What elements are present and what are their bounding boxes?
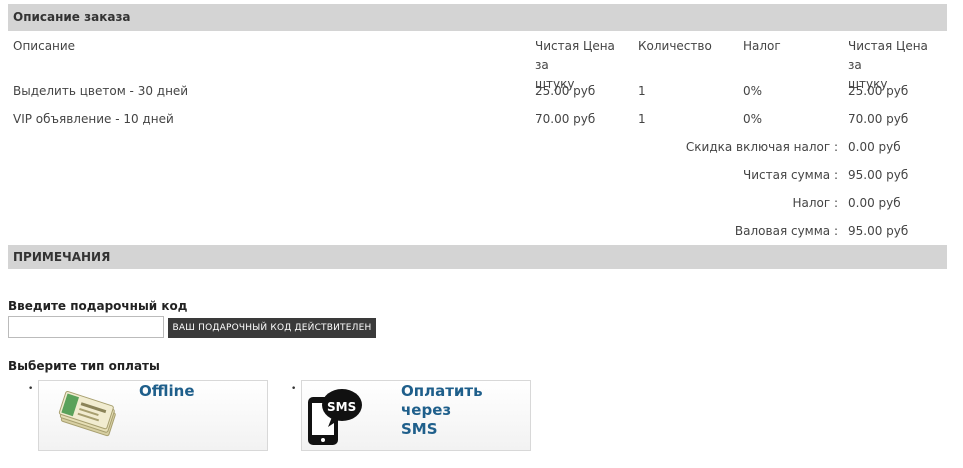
header-quantity: Количество [638,39,712,53]
row-quantity: 1 [638,112,646,126]
summary-net-label: Чистая сумма : [742,168,838,182]
payment-option-sms-title: Оплатить через SMS [401,382,530,439]
cash-icon [51,390,125,448]
payment-option-sms-title-line1: Оплатить через [401,382,483,419]
gift-code-button[interactable]: ВАШ ПОДАРОЧНЫЙ КОД ДЕЙСТВИТЕЛЕН [168,318,376,338]
order-section-title: Описание заказа [13,10,131,24]
bullet: • [28,384,34,394]
payment-option-sms-title-line2: SMS [401,420,438,438]
payment-option-offline[interactable]: Offline [38,380,268,451]
row-tax: 0% [743,84,763,98]
sms-phone-icon: SMS [304,385,368,450]
summary-gross-value: 95.00 руб [848,224,909,238]
payment-type-label: Выберите тип оплаты [8,359,160,373]
summary-discount-label: Скидка включая налог : [685,140,838,154]
row-price: 25.00 руб [535,84,596,98]
row-tax: 0% [743,112,763,126]
notes-section-title: ПРИМЕЧАНИЯ [13,250,111,264]
gift-code-label: Введите подарочный код [8,299,188,313]
row-description: Выделить цветом - 30 дней [13,84,189,98]
summary-gross-label: Валовая сумма : [734,224,838,238]
row-total: 70.00 руб [848,112,909,126]
bullet: • [291,384,297,394]
notes-section-header: ПРИМЕЧАНИЯ [8,245,947,269]
summary-net-value: 95.00 руб [848,168,909,182]
header-description: Описание [13,39,76,53]
row-total: 25.00 руб [848,84,909,98]
summary-tax-value: 0.00 руб [848,196,901,210]
row-description: VIP объявление - 10 дней [13,112,174,126]
header-unit-price-line1: Чистая Цена за [535,39,615,72]
summary-tax-label: Налог : [792,196,838,210]
sms-icon-text: SMS [327,400,357,414]
header-tax: Налог [743,39,781,53]
row-price: 70.00 руб [535,112,596,126]
gift-code-input[interactable] [8,316,164,338]
order-section-header: Описание заказа [8,4,947,31]
header-total-line1: Чистая Цена за [848,39,928,72]
row-quantity: 1 [638,84,646,98]
payment-option-sms[interactable]: SMS Оплатить через SMS [301,380,531,451]
summary-discount-value: 0.00 руб [848,140,901,154]
payment-option-offline-title: Offline [139,382,195,400]
